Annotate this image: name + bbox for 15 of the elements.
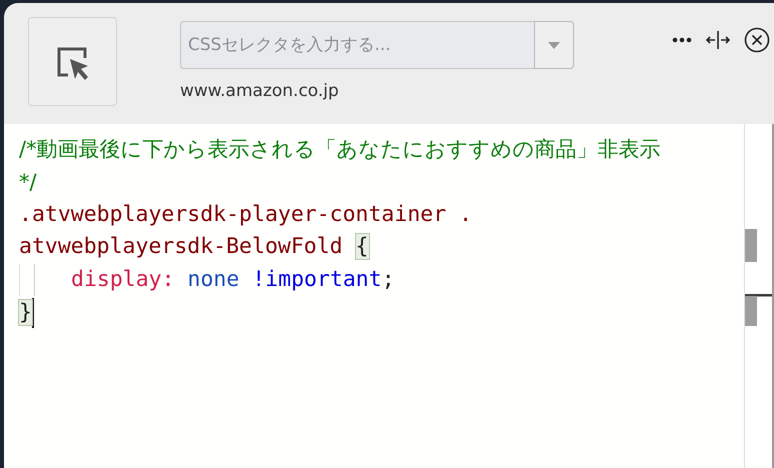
- code-line: atvwebplayersdk-BelowFold {: [19, 233, 370, 262]
- close-icon[interactable]: [744, 27, 770, 53]
- selector-field[interactable]: CSSセレクタを入力する...: [180, 21, 534, 69]
- scrollbar[interactable]: [744, 124, 774, 468]
- more-icon[interactable]: [672, 37, 692, 43]
- element-picker-button[interactable]: [28, 17, 117, 106]
- code-line: .atvwebplayersdk-player-container .: [19, 200, 474, 229]
- code-line: }: [19, 296, 744, 330]
- caret-icon: [548, 42, 560, 48]
- code-line: */: [19, 168, 38, 196]
- code-line: /*動画最後に下から表示される「あなたにおすすめの商品」非表示: [19, 136, 662, 163]
- resize-icon[interactable]: [706, 30, 730, 50]
- text-cursor: [32, 298, 34, 328]
- code-line: display: none !important;: [19, 264, 744, 297]
- site-url: www.amazon.co.jp: [180, 81, 340, 101]
